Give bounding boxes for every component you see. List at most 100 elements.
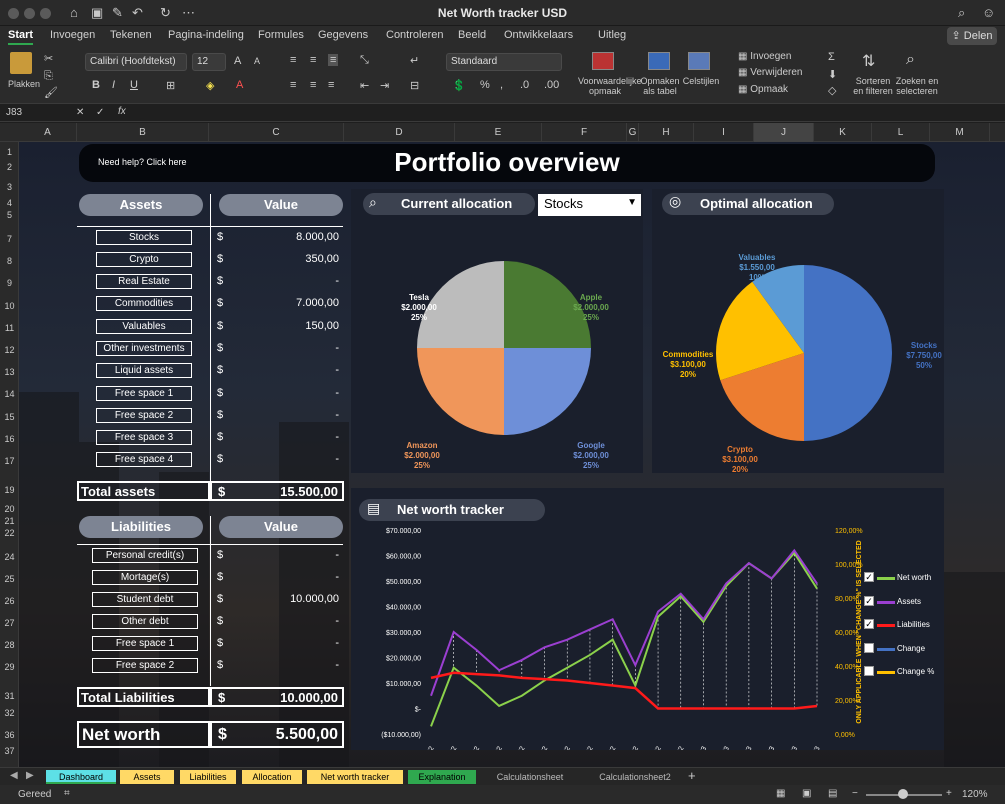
macro-record-icon[interactable]: ⌗ [64,788,70,799]
asset-value[interactable]: 150,00 [269,320,339,332]
ribbon-tab[interactable]: Uitleg [598,29,626,41]
liability-label[interactable]: Free space 1 [92,636,198,651]
asset-value[interactable]: - [269,364,339,376]
align-top-icon[interactable]: ≡ [290,54,296,66]
row-header[interactable]: 24 [0,552,19,562]
align-bottom-icon[interactable]: ≡ [328,54,339,66]
row-header[interactable]: 7 [0,234,19,244]
font-color-icon[interactable]: A [236,79,243,91]
asset-value[interactable]: - [269,431,339,443]
asset-value[interactable]: - [269,453,339,465]
next-sheet-icon[interactable]: ▶ [26,770,34,781]
ribbon-tab[interactable]: Formules [258,29,304,41]
ribbon-tab[interactable]: Start [8,29,34,45]
sort-filter-label[interactable]: Sorteren en filteren [850,76,896,96]
autosum-icon[interactable]: Σ [828,51,835,63]
zoom-level[interactable]: 120% [962,789,988,800]
find-select-icon[interactable]: ⌕ [906,51,915,69]
asset-value[interactable]: 7.000,00 [269,297,339,309]
sheet-tab[interactable]: Calculationsheet [480,770,580,784]
prev-sheet-icon[interactable]: ◀ [10,770,18,781]
column-header[interactable]: H [639,123,694,142]
page-break-icon[interactable]: ▤ [828,788,837,799]
align-middle-icon[interactable]: ≡ [310,54,316,66]
asset-label[interactable]: Free space 2 [96,408,192,423]
share-button[interactable]: ⇪ Delen [947,27,997,45]
wrap-text-icon[interactable]: ↵ [410,54,419,67]
percent-icon[interactable]: % [480,79,490,91]
asset-value[interactable]: 350,00 [269,253,339,265]
row-header[interactable]: 19 [0,485,19,495]
copy-icon[interactable]: ⎘ [44,70,53,83]
sheet-tab[interactable]: Dashboard [46,770,116,784]
row-header[interactable]: 28 [0,640,19,650]
ribbon-tab[interactable]: Invoegen [50,29,95,41]
row-header[interactable]: 2 [0,162,19,172]
ribbon-tab[interactable]: Beeld [458,29,486,41]
column-header[interactable]: D [344,123,455,142]
delete-cells-button[interactable]: ▦ Verwijderen [738,67,803,78]
row-header[interactable]: 16 [0,434,19,444]
decrease-decimal-icon[interactable]: .00 [544,79,559,91]
row-header[interactable]: 31 [0,691,19,701]
column-header[interactable]: M [930,123,990,142]
legend-checkbox[interactable]: ✓ [864,572,874,582]
italic-icon[interactable]: I [112,79,115,91]
legend-checkbox[interactable]: ✓ [864,619,874,629]
liability-value[interactable]: - [269,615,339,627]
borders-icon[interactable]: ⊞ [166,79,175,92]
account-icon[interactable]: ☺ [982,5,995,20]
asset-value[interactable]: 8.000,00 [269,231,339,243]
column-header[interactable]: I [694,123,754,142]
merge-icon[interactable]: ⊟ [410,79,419,92]
increase-font-icon[interactable]: A [234,55,241,67]
ribbon-tab[interactable]: Tekenen [110,29,152,41]
row-header[interactable]: 22 [0,528,19,538]
align-left-icon[interactable]: ≡ [290,79,296,91]
search-icon[interactable]: ⌕ [958,5,965,21]
row-header[interactable]: 20 [0,504,19,514]
legend-checkbox[interactable] [864,642,874,653]
sort-filter-icon[interactable]: ⇅ [862,51,875,71]
asset-label[interactable]: Commodities [96,296,192,311]
bold-icon[interactable]: B [92,79,100,91]
comma-icon[interactable]: , [500,79,503,91]
liability-value[interactable]: - [269,637,339,649]
find-select-label[interactable]: Zoeken en selecteren [894,76,940,96]
increase-decimal-icon[interactable]: .0 [520,79,529,91]
asset-value[interactable]: - [269,387,339,399]
row-header[interactable]: 15 [0,412,19,422]
row-header[interactable]: 37 [0,746,19,756]
fill-color-icon[interactable]: ◈ [206,79,214,92]
liability-label[interactable]: Mortage(s) [92,570,198,585]
underline-icon[interactable]: U [130,79,138,91]
row-header[interactable]: 1 [0,147,19,157]
orientation-icon[interactable]: ⤡ [360,54,369,67]
column-header[interactable]: J [754,123,814,142]
row-header[interactable]: 4 [0,198,19,208]
asset-value[interactable]: - [269,409,339,421]
row-header[interactable]: 17 [0,456,19,466]
fill-icon[interactable]: ⬇ [828,68,837,81]
align-center-icon[interactable]: ≡ [310,79,316,91]
row-header[interactable]: 27 [0,618,19,628]
asset-label[interactable]: Valuables [96,319,192,334]
number-format-select[interactable]: Standaard [446,53,562,71]
paste-label[interactable]: Plakken [4,79,44,89]
ribbon-tab[interactable]: Pagina-indeling [168,29,244,41]
insert-cells-button[interactable]: ▦ Invoegen [738,51,791,62]
column-header[interactable]: F [542,123,627,142]
indent-increase-icon[interactable]: ⇥ [380,79,389,92]
asset-label[interactable]: Real Estate [96,274,192,289]
cell-styles-icon[interactable] [688,52,710,70]
cell-styles-label[interactable]: Celstijlen [682,76,720,86]
column-header[interactable]: B [77,123,209,142]
format-painter-icon[interactable]: 🖌 [44,86,58,99]
liability-label[interactable]: Other debt [92,614,198,629]
conditional-formatting-icon[interactable] [592,52,614,70]
row-header[interactable]: 12 [0,345,19,355]
asset-label[interactable]: Free space 1 [96,386,192,401]
clear-icon[interactable]: ◇ [828,84,836,97]
sheet-tab[interactable]: Net worth tracker [307,770,403,784]
row-header[interactable]: 25 [0,574,19,584]
